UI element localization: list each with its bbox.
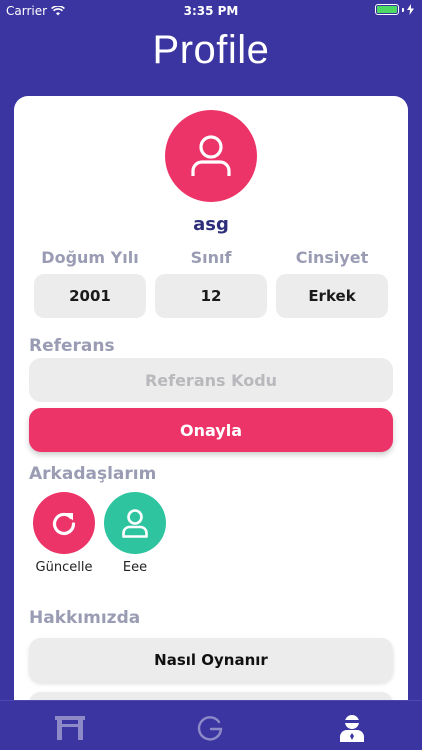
page-title: Profile	[152, 28, 270, 72]
profile-icon	[340, 715, 364, 742]
referral-code-input[interactable]	[29, 358, 393, 402]
confirm-button[interactable]: Onayla	[29, 408, 393, 452]
grade-value[interactable]: 12	[155, 274, 267, 318]
gender-value[interactable]: Erkek	[276, 274, 388, 318]
profile-card: asg Doğum Yılı 2001 Sınıf 12 Cinsiyet Er…	[14, 96, 408, 716]
friends-section-label: Arkadaşlarım	[29, 464, 157, 484]
tab-game[interactable]	[194, 713, 226, 743]
birth-year-label: Doğum Yılı	[41, 248, 139, 267]
status-right	[375, 4, 414, 15]
grade-label: Sınıf	[190, 248, 232, 267]
refresh-icon	[52, 512, 76, 536]
birth-year-field: Doğum Yılı 2001	[34, 246, 146, 318]
about-section-label: Hakkımızda	[29, 608, 141, 628]
avatar[interactable]	[165, 110, 257, 202]
friend-avatar[interactable]	[33, 492, 95, 554]
tab-home[interactable]	[54, 713, 86, 743]
friend-name: Eee	[122, 560, 148, 575]
friend-name: Güncelle	[35, 560, 93, 575]
user-icon	[122, 509, 148, 538]
status-time: 3:35 PM	[183, 4, 239, 18]
user-icon	[191, 135, 231, 176]
gender-label: Cinsiyet	[295, 248, 369, 267]
grade-field: Sınıf 12	[155, 246, 267, 318]
status-bar: Carrier 3:35 PM	[0, 0, 422, 22]
arch-icon	[55, 716, 85, 740]
tab-profile[interactable]	[336, 713, 368, 743]
tab-bar	[0, 700, 422, 750]
friend-item-update[interactable]: Güncelle	[26, 492, 102, 575]
gender-field: Cinsiyet Erkek	[276, 246, 388, 318]
how-to-play-button[interactable]: Nasıl Oynanır	[29, 638, 393, 682]
birth-year-value[interactable]: 2001	[34, 274, 146, 318]
friend-avatar[interactable]	[104, 492, 166, 554]
username: asg	[193, 214, 229, 235]
g-logo-icon	[197, 716, 223, 741]
referral-section-label: Referans	[29, 336, 115, 356]
battery-icon	[375, 4, 399, 15]
charging-icon	[407, 4, 414, 15]
friend-item-eee[interactable]: Eee	[97, 492, 173, 575]
